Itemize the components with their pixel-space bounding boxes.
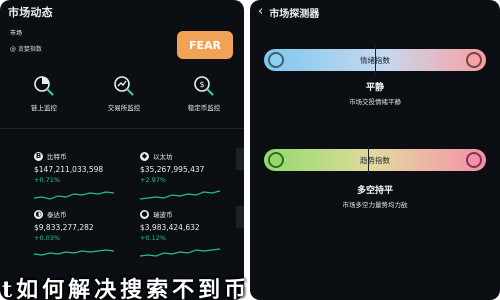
- gauge-label: 趋势指数: [360, 155, 390, 165]
- smile-face-icon: [268, 152, 284, 168]
- sparkline: [140, 248, 220, 257]
- page-title: 市场动态: [8, 6, 53, 19]
- coin-change: +0.71%: [34, 176, 61, 184]
- coin-price: $35,267,995,437: [140, 165, 205, 174]
- sparkline: [34, 191, 114, 200]
- header: ‹ 市场探测器: [258, 4, 319, 20]
- sentiment-gauge-bar: 情绪指数: [264, 46, 486, 74]
- ethereum-icon: ◆: [140, 151, 149, 161]
- gauge-marker: [368, 146, 370, 174]
- trend-desc: 市场多空力量势均力敌: [342, 201, 408, 209]
- calm-face-icon: [268, 52, 284, 68]
- coin-change: +0.03%: [34, 234, 61, 242]
- back-arrow-icon[interactable]: ‹: [258, 5, 263, 19]
- fear-badge[interactable]: FEAR: [177, 31, 233, 59]
- svg-text:$: $: [199, 80, 204, 89]
- coin-price: $147,211,033,598: [34, 165, 104, 174]
- greed-index-label: @ 贪婪指数: [10, 46, 42, 53]
- greed-index-row[interactable]: @ 贪婪指数: [10, 44, 42, 53]
- card-exchange-monitor[interactable]: 交易所监控: [90, 75, 158, 119]
- scroll-edge-indicator: [236, 206, 244, 228]
- coin-price: $9,833,277,282: [34, 223, 94, 232]
- coin-card-xrp[interactable]: ● 瑞波币 $3,983,424,632 +0.12%: [140, 208, 240, 260]
- bitcoin-icon: B: [34, 151, 43, 161]
- coin-name: 比特币: [47, 153, 67, 161]
- trend-level: 多空持平: [356, 186, 393, 196]
- divider: [0, 128, 244, 129]
- market-detector-screen: ‹ 市场探测器 情绪指数 平静 市场交投情绪平静 趋势指数 多空持平 市场多空力…: [250, 0, 500, 300]
- card-stablecoin-monitor[interactable]: $ 稳定币监控: [170, 75, 238, 119]
- sentiment-level: 平静: [365, 83, 384, 93]
- page-title: 市场探测器: [269, 8, 320, 20]
- coin-change: +2.97%: [140, 176, 167, 184]
- coin-change: +0.12%: [140, 234, 167, 242]
- sad-face-icon: [466, 152, 482, 168]
- market-label: 市场: [10, 30, 23, 37]
- coin-card-usdt[interactable]: ◐ 泰达币 $9,833,277,282 +0.03%: [34, 208, 134, 260]
- card-label: 链上监控: [31, 104, 57, 112]
- coin-card-btc[interactable]: B 比特币 $147,211,033,598 +0.71%: [34, 150, 134, 202]
- coin-name: 瑞波币: [153, 211, 173, 219]
- coin-name: 泰达币: [47, 211, 67, 219]
- overlay-caption: t如何解决搜索不到币: [2, 277, 251, 300]
- coin-price: $3,983,424,632: [140, 223, 200, 232]
- trend-gauge-bar: 趋势指数: [264, 146, 486, 174]
- monitor-cards: 链上监控 交易所监控 $ 稳定币监控: [10, 75, 238, 119]
- sentiment-desc: 市场交投情绪平静: [349, 98, 401, 106]
- scroll-edge-indicator: [236, 148, 244, 170]
- chart-search-icon: [113, 75, 135, 97]
- sparkline: [34, 249, 114, 256]
- card-label: 交易所监控: [107, 104, 141, 112]
- card-label: 稳定币监控: [187, 104, 221, 112]
- coin-name: 以太坊: [153, 153, 173, 161]
- header: 市场动态: [8, 4, 53, 20]
- tether-icon: ◐: [34, 209, 43, 219]
- coin-card-eth[interactable]: ◆ 以太坊 $35,267,995,437 +2.97%: [140, 150, 240, 202]
- xrp-icon: ●: [140, 209, 149, 219]
- market-dynamics-screen: 市场动态 市场 @ 贪婪指数 FEAR 链上监控 交易所监控 $ 稳定币监控 B…: [0, 0, 244, 300]
- sad-face-icon: [466, 52, 482, 68]
- sparkline: [140, 190, 220, 200]
- gauge-marker: [375, 46, 376, 74]
- coin-search-icon: $: [193, 75, 215, 97]
- pie-search-icon: [33, 75, 55, 97]
- card-onchain-monitor[interactable]: 链上监控: [10, 75, 78, 119]
